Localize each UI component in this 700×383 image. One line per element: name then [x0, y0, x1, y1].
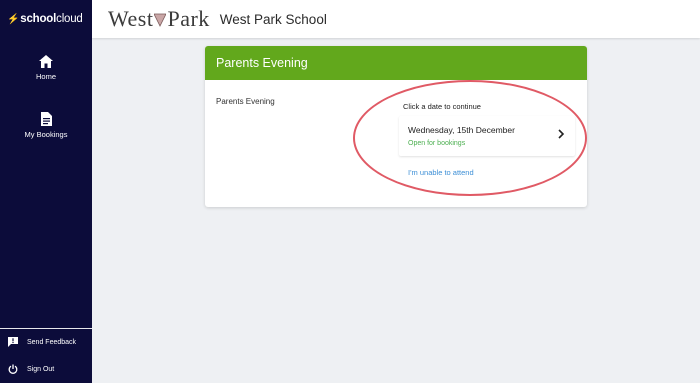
brand-cloud-text: cloud — [56, 13, 83, 25]
brand-school-text: school — [20, 13, 57, 25]
sign-out-label: Sign Out — [27, 365, 55, 373]
chevron-right-icon — [558, 129, 565, 139]
top-header: West Park West Park School — [92, 0, 700, 38]
send-feedback-label: Send Feedback — [27, 338, 77, 346]
school-name: West Park School — [219, 11, 327, 27]
sidebar: ⚡ school cloud Home My Bookings Send Feedb… — [0, 0, 92, 383]
logo-park-text: Park — [167, 6, 210, 31]
sidebar-divider — [0, 328, 92, 329]
date-option-button[interactable]: Wednesday, 15th December Open for bookin… — [399, 116, 575, 156]
power-icon — [8, 364, 18, 374]
card-title: Parents Evening — [205, 46, 587, 80]
parents-evening-card: Parents Evening Parents Evening Click a … — [205, 46, 587, 207]
crest-icon — [154, 13, 167, 27]
sign-out-button[interactable]: Sign Out — [0, 360, 92, 378]
date-prompt: Click a date to continue — [403, 102, 481, 111]
sidebar-item-label: Home — [35, 72, 56, 81]
date-status: Open for bookings — [408, 140, 466, 147]
schoolcloud-logo: ⚡ school cloud — [0, 0, 92, 38]
feedback-icon — [8, 337, 18, 347]
unable-to-attend-link[interactable]: I'm unable to attend — [408, 168, 474, 177]
sidebar-item-label: My Bookings — [24, 130, 68, 139]
west-park-logo: West Park — [108, 6, 210, 32]
send-feedback-button[interactable]: Send Feedback — [0, 333, 92, 351]
sidebar-item-my-bookings[interactable]: My Bookings — [0, 112, 92, 139]
document-icon — [40, 112, 52, 126]
logo-west-text: West — [108, 6, 154, 31]
bolt-icon: ⚡ — [7, 13, 20, 25]
sidebar-item-home[interactable]: Home — [0, 55, 92, 81]
event-label: Parents Evening — [216, 97, 275, 106]
date-title: Wednesday, 15th December — [408, 125, 515, 135]
home-icon — [39, 55, 53, 68]
